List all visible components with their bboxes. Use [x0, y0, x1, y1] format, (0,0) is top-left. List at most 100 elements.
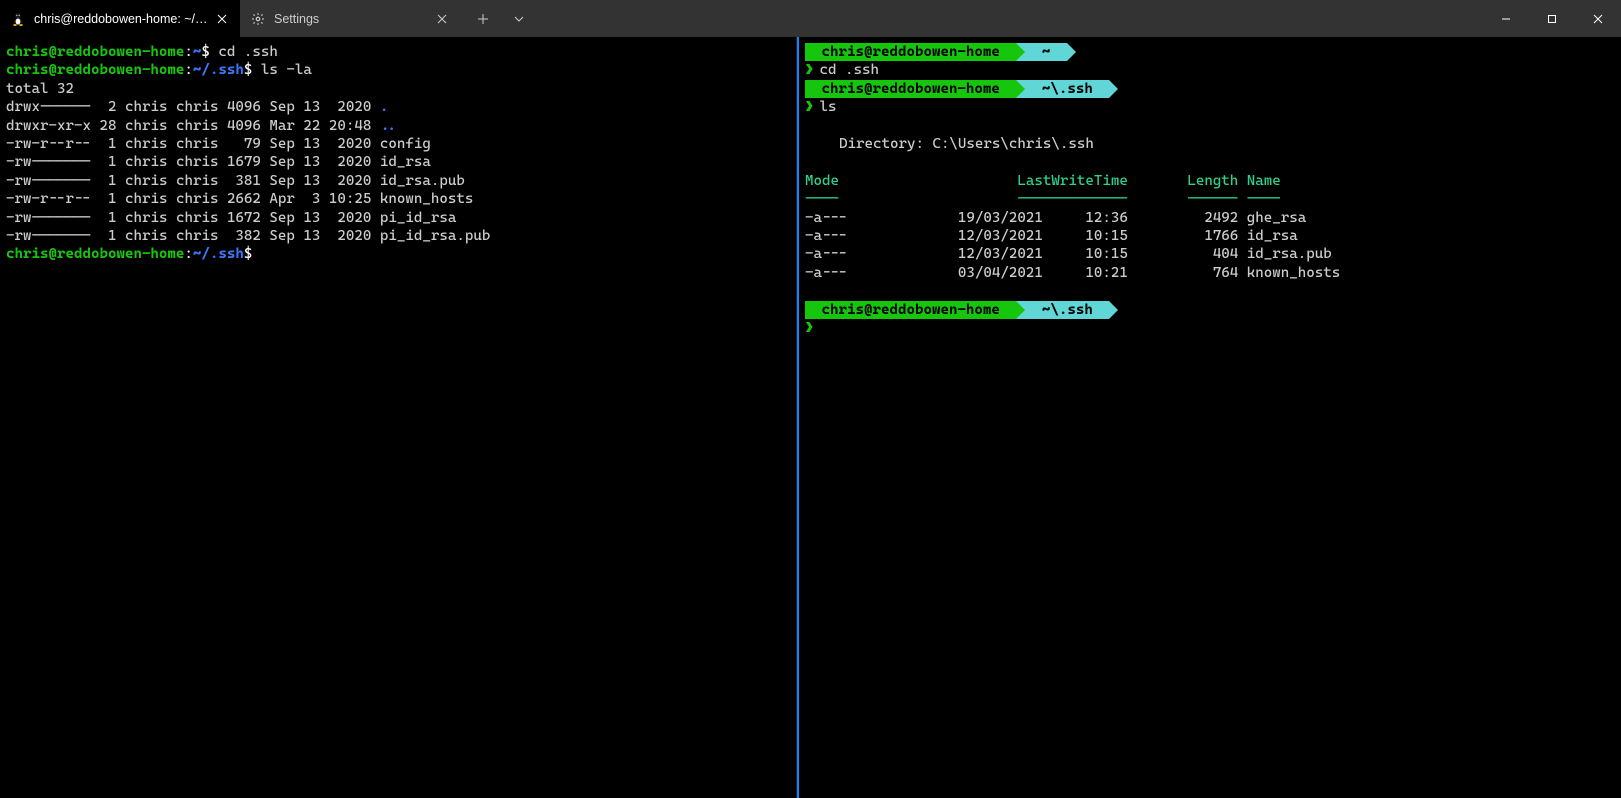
- gear-icon: [250, 11, 266, 27]
- ls-owner: chris: [125, 136, 167, 152]
- ls-size: 382: [227, 228, 261, 244]
- ls-perm: drwxr-xr-x: [6, 118, 91, 134]
- ls-name: id_rsa: [380, 154, 431, 170]
- ls-group: chris: [176, 173, 218, 189]
- ls-name: .: [380, 99, 389, 115]
- ls-name: ..: [380, 118, 397, 134]
- command-text: cd .ssh: [820, 62, 879, 78]
- powerline-arrow-icon: [1109, 301, 1118, 319]
- blank-line: [805, 154, 814, 170]
- terminal-body: chris@reddobowen-home:~$ cd .sshchris@re…: [0, 37, 1621, 798]
- powerline-arrow-icon: [1016, 43, 1025, 61]
- tab-actions: [460, 0, 536, 37]
- blank-line: [805, 118, 814, 134]
- pane-right[interactable]: chris@reddobowen-home ~ ❯ cd .ssh chris@r…: [797, 37, 1621, 798]
- table-row: -a--- 12/03/2021 10:15 404 id_rsa.pub: [805, 246, 1332, 262]
- prompt-marker-icon: ❯: [805, 62, 814, 78]
- ls-owner: chris: [125, 118, 167, 134]
- command-text: cd .ssh: [218, 44, 277, 60]
- tab-dropdown-button[interactable]: [502, 0, 536, 37]
- ls-links: 1: [99, 136, 116, 152]
- ls-name: pi_id_rsa.pub: [380, 228, 490, 244]
- ls-links: 1: [99, 210, 116, 226]
- ls-perm: -rw-r--r--: [6, 136, 91, 152]
- ls-size: 381: [227, 173, 261, 189]
- powerline-path: ~\.ssh: [1025, 80, 1109, 98]
- tab-terminal[interactable]: chris@reddobowen-home: ~/.ssh: [0, 0, 240, 37]
- ls-size: 2662: [227, 191, 261, 207]
- ls-date: Sep 13 2020: [269, 210, 371, 226]
- table-header-underline: ---- ------------- ------ ----: [805, 191, 1281, 207]
- close-icon[interactable]: [214, 11, 230, 27]
- ls-perm: -rw-------: [6, 210, 91, 226]
- ls-perm: -rw-------: [6, 228, 91, 244]
- prompt-sym: $: [201, 44, 210, 60]
- pane-left[interactable]: chris@reddobowen-home:~$ cd .sshchris@re…: [0, 37, 797, 798]
- powerline-host: chris@reddobowen-home: [805, 43, 1016, 61]
- ls-name: id_rsa.pub: [380, 173, 465, 189]
- ls-size: 1672: [227, 210, 261, 226]
- ls-total: total 32: [6, 81, 74, 97]
- window-controls: [1483, 0, 1621, 37]
- prompt-marker-icon: ❯: [805, 320, 814, 336]
- ls-group: chris: [176, 154, 218, 170]
- tab-title: chris@reddobowen-home: ~/.ssh: [34, 12, 208, 26]
- prompt-path: ~/.ssh: [193, 62, 244, 78]
- table-row: -a--- 19/03/2021 12:36 2492 ghe_rsa: [805, 210, 1306, 226]
- minimize-button[interactable]: [1483, 0, 1529, 37]
- ls-links: 2: [99, 99, 116, 115]
- ls-size: 1679: [227, 154, 261, 170]
- close-window-button[interactable]: [1575, 0, 1621, 37]
- ls-date: Sep 13 2020: [269, 154, 371, 170]
- ls-perm: drwx------: [6, 99, 91, 115]
- ls-size: 79: [227, 136, 261, 152]
- prompt-user: chris@reddobowen-home: [6, 44, 184, 60]
- prompt-marker-icon: ❯: [805, 99, 814, 115]
- ls-perm: -rw-r--r--: [6, 191, 91, 207]
- command-text: ls: [820, 99, 837, 115]
- ls-size: 4096: [227, 118, 261, 134]
- ls-name: config: [380, 136, 431, 152]
- ls-date: Sep 13 2020: [269, 99, 371, 115]
- powerline-host: chris@reddobowen-home: [805, 80, 1016, 98]
- new-tab-button[interactable]: [466, 0, 500, 37]
- ls-group: chris: [176, 228, 218, 244]
- ls-date: Sep 13 2020: [269, 136, 371, 152]
- tabs-area: chris@reddobowen-home: ~/.ssh Settings: [0, 0, 536, 37]
- table-header: Mode LastWriteTime Length Name: [805, 173, 1281, 189]
- titlebar-drag-area[interactable]: [536, 0, 1483, 37]
- ls-name: known_hosts: [380, 191, 473, 207]
- ls-date: Mar 22 20:48: [269, 118, 371, 134]
- prompt-path: ~/.ssh: [193, 246, 244, 262]
- command-text: ls -la: [261, 62, 312, 78]
- powerline-arrow-icon: [1109, 80, 1118, 98]
- ls-links: 28: [99, 118, 116, 134]
- powerline-host: chris@reddobowen-home: [805, 301, 1016, 319]
- ls-links: 1: [99, 154, 116, 170]
- ls-date: Sep 13 2020: [269, 228, 371, 244]
- ls-links: 1: [99, 228, 116, 244]
- ls-group: chris: [176, 118, 218, 134]
- powerline-path: ~: [1025, 43, 1067, 61]
- ls-group: chris: [176, 99, 218, 115]
- terminal-output-right[interactable]: chris@reddobowen-home ~ ❯ cd .ssh chris@r…: [805, 43, 1615, 337]
- terminal-output-left[interactable]: chris@reddobowen-home:~$ cd .sshchris@re…: [6, 43, 790, 264]
- table-row: -a--- 03/04/2021 10:21 764 known_hosts: [805, 265, 1340, 281]
- ls-group: chris: [176, 191, 218, 207]
- tux-icon: [10, 11, 26, 27]
- ls-links: 1: [99, 173, 116, 189]
- ls-owner: chris: [125, 173, 167, 189]
- prompt-sep: :: [184, 44, 193, 60]
- powerline-arrow-icon: [1067, 43, 1076, 61]
- close-icon[interactable]: [434, 11, 450, 27]
- ls-owner: chris: [125, 99, 167, 115]
- titlebar: chris@reddobowen-home: ~/.ssh Settings: [0, 0, 1621, 37]
- directory-label: Directory: C:\Users\chris\.ssh: [805, 136, 1094, 152]
- prompt-user: chris@reddobowen-home: [6, 246, 184, 262]
- ls-perm: -rw-------: [6, 173, 91, 189]
- tab-settings[interactable]: Settings: [240, 0, 460, 37]
- ls-group: chris: [176, 136, 218, 152]
- ls-owner: chris: [125, 210, 167, 226]
- ls-links: 1: [99, 191, 116, 207]
- maximize-button[interactable]: [1529, 0, 1575, 37]
